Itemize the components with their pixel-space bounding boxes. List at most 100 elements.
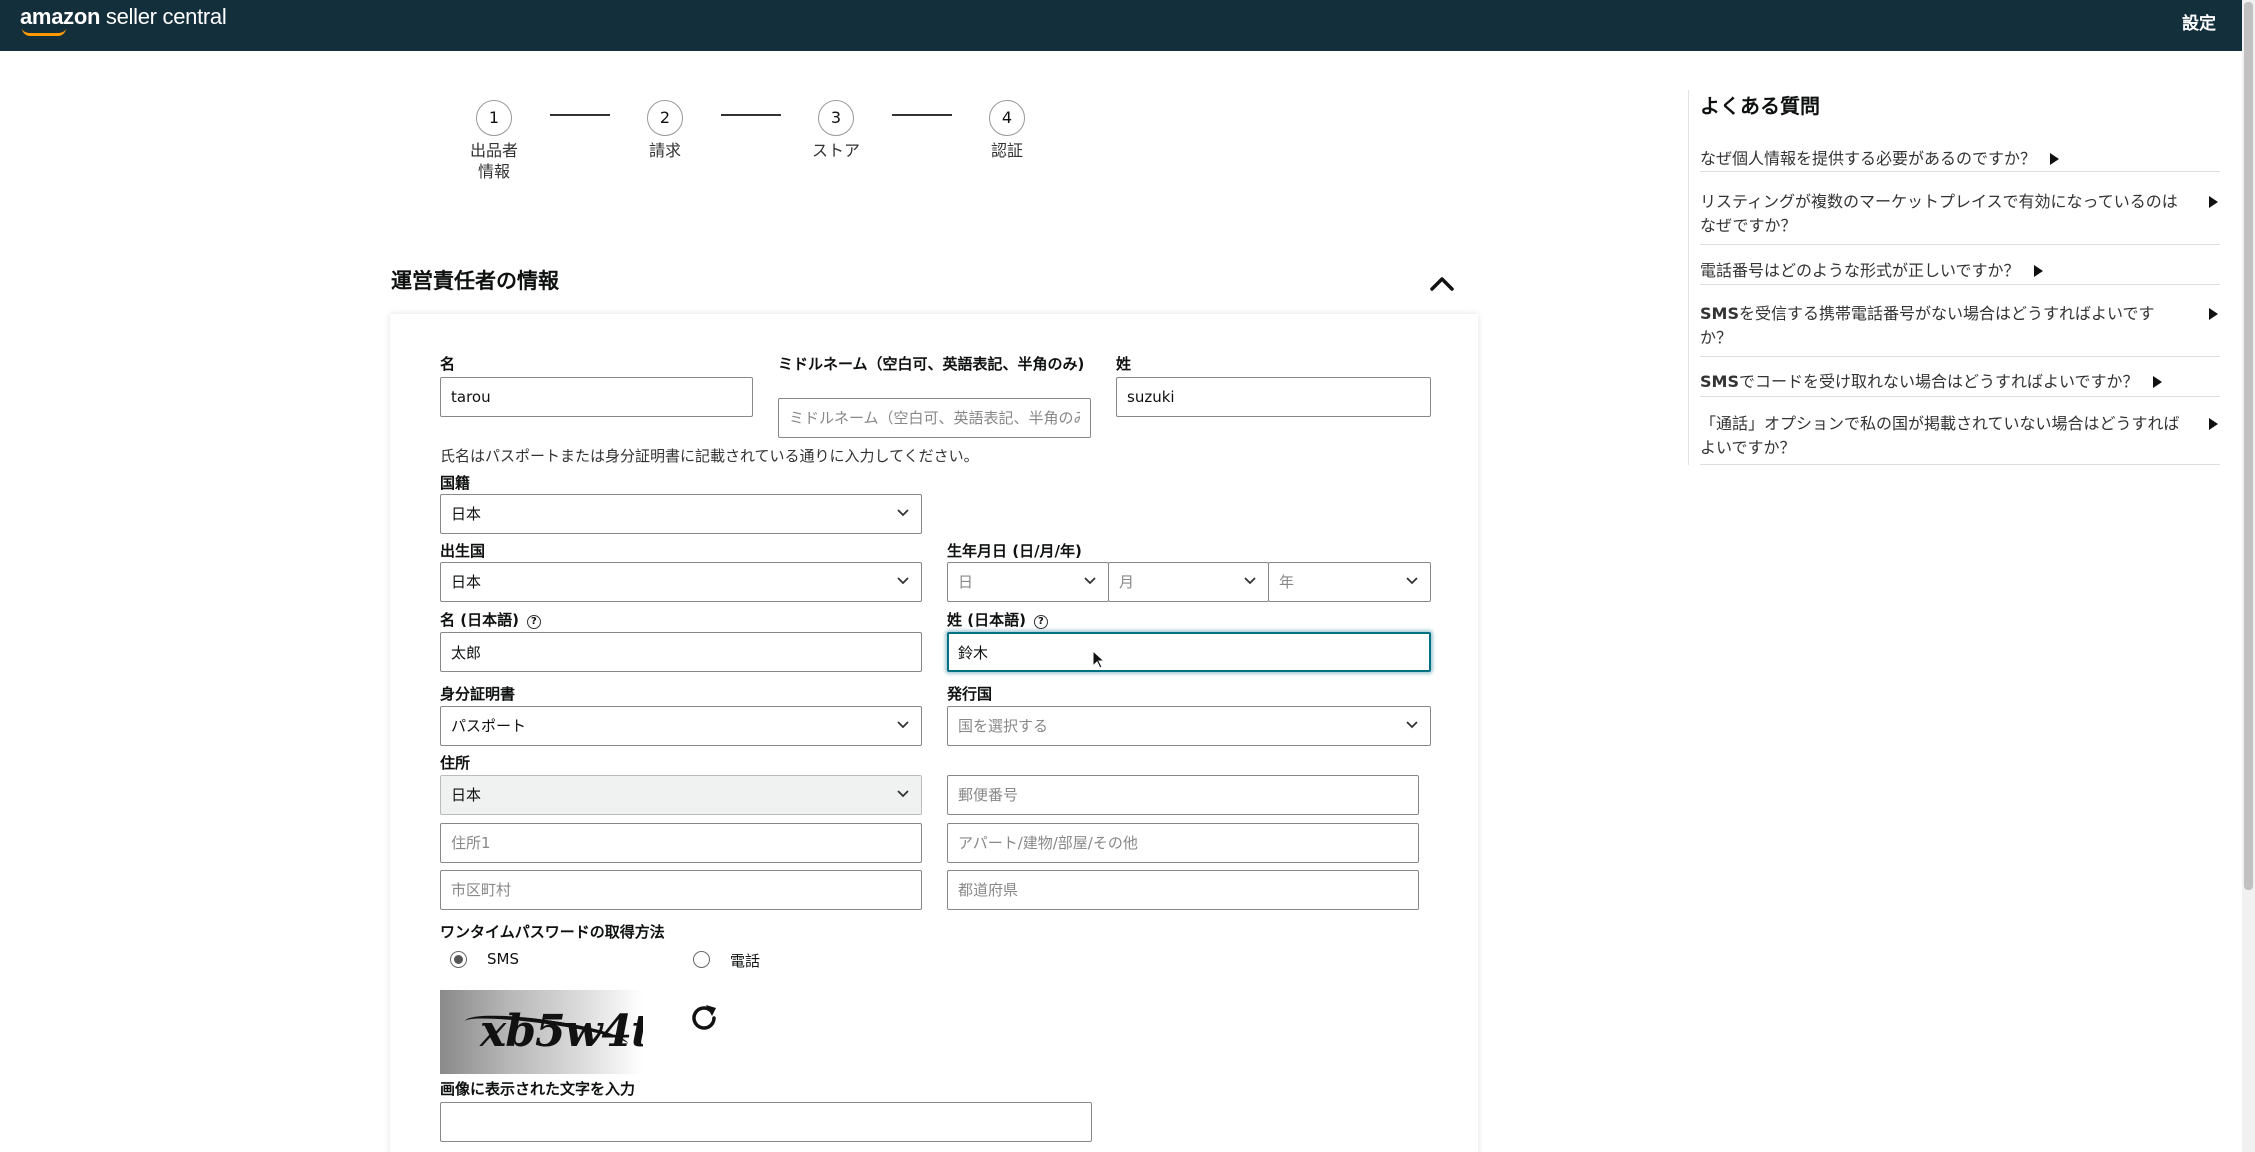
birth-country-value: 日本 bbox=[451, 573, 482, 591]
birth-month-value: 月 bbox=[1119, 573, 1135, 591]
last-name-jp-label-text: 姓 (日本語) bbox=[947, 611, 1026, 629]
step-4-label: 認証 bbox=[990, 141, 1023, 160]
expand-triangle-icon bbox=[2209, 196, 2218, 208]
last-name-label: 姓 bbox=[1116, 355, 1132, 373]
issuing-country-value: 国を選択する bbox=[958, 717, 1049, 735]
mouse-cursor-icon bbox=[1092, 650, 1106, 669]
birth-month-select[interactable]: 月 bbox=[1108, 562, 1269, 602]
otp-call-radio[interactable] bbox=[693, 951, 710, 968]
faq-item-text: 「通話」オプションで私の国が掲載されていない場合はどうすればよいですか？ bbox=[1700, 414, 2180, 457]
settings-link[interactable]: 設定 bbox=[2182, 9, 2216, 34]
nationality-value: 日本 bbox=[451, 505, 482, 523]
faq-item-text: でコードを受け取れない場合はどうすればよいですか？ bbox=[1738, 372, 2139, 391]
expand-triangle-icon bbox=[2050, 153, 2060, 165]
chevron-down-icon bbox=[897, 509, 909, 517]
prefecture-input[interactable] bbox=[947, 870, 1419, 910]
birth-date-label: 生年月日 (日/月/年) bbox=[947, 542, 1082, 560]
birth-country-label: 出生国 bbox=[440, 542, 486, 560]
faq-divider bbox=[1688, 90, 1689, 465]
id-document-select[interactable]: パスポート bbox=[440, 706, 922, 746]
city-input[interactable] bbox=[440, 870, 922, 910]
address-country-select[interactable]: 日本 bbox=[440, 775, 922, 815]
step-2-circle: 2 bbox=[647, 100, 683, 136]
step-1-circle: 1 bbox=[476, 100, 512, 136]
faq-item-why-personal-info[interactable]: なぜ個人情報を提供する必要があるのですか？ bbox=[1700, 147, 2220, 172]
faq-item-text: なぜ個人情報を提供する必要があるのですか？ bbox=[1700, 149, 2037, 168]
top-navigation-bar: amazon seller central 設定 bbox=[0, 0, 2242, 51]
help-icon[interactable]: ? bbox=[526, 615, 541, 629]
faq-item-call-country-missing[interactable]: 「通話」オプションで私の国が掲載されていない場合はどうすればよいですか？ bbox=[1700, 412, 2220, 465]
otp-method-label: ワンタイムパスワードの取得方法 bbox=[440, 923, 665, 941]
chevron-down-icon bbox=[1084, 577, 1096, 585]
step-4-circle: 4 bbox=[989, 100, 1025, 136]
birth-year-value: 年 bbox=[1279, 573, 1295, 591]
step-2-label: 請求 bbox=[648, 141, 681, 160]
otp-call-label[interactable]: 電話 bbox=[730, 950, 760, 971]
issuing-country-select[interactable]: 国を選択する bbox=[947, 706, 1431, 746]
birth-year-select[interactable]: 年 bbox=[1268, 562, 1431, 602]
step-1-label: 出品者 情報 bbox=[469, 141, 518, 181]
first-name-jp-label: 名 (日本語)? bbox=[440, 610, 541, 631]
faq-item-no-sms-phone[interactable]: SMSを受信する携帯電話番号がない場合はどうすればよいですか？ bbox=[1700, 302, 2220, 357]
faq-item-sms-code-not-received[interactable]: SMSでコードを受け取れない場合はどうすればよいですか？ bbox=[1700, 370, 2220, 397]
faq-item-bold: SMS bbox=[1700, 372, 1739, 391]
chevron-down-icon bbox=[1244, 577, 1256, 585]
nationality-label: 国籍 bbox=[440, 474, 471, 492]
chevron-down-icon bbox=[1406, 721, 1418, 729]
expand-triangle-icon bbox=[2209, 308, 2218, 320]
logo-smile-icon bbox=[22, 28, 66, 36]
first-name-label: 名 bbox=[440, 355, 456, 373]
expand-triangle-icon bbox=[2033, 265, 2043, 277]
birth-day-select[interactable]: 日 bbox=[947, 562, 1109, 602]
refresh-captcha-icon[interactable] bbox=[686, 1000, 722, 1036]
faq-item-multiple-marketplaces[interactable]: リスティングが複数のマーケットプレイスで有効になっているのはなぜですか？ bbox=[1700, 190, 2220, 245]
address1-input[interactable] bbox=[440, 823, 922, 863]
chevron-down-icon bbox=[897, 721, 909, 729]
captcha-image: xb5w4t bbox=[440, 990, 643, 1074]
issuing-country-label: 発行国 bbox=[947, 685, 993, 703]
chevron-down-icon bbox=[897, 577, 909, 585]
faq-item-text: を受信する携帯電話番号がない場合はどうすればよいですか？ bbox=[1700, 304, 2155, 347]
faq-title: よくある質問 bbox=[1700, 94, 1820, 118]
step-connector bbox=[721, 114, 781, 116]
otp-sms-label[interactable]: SMS bbox=[487, 950, 519, 968]
chevron-down-icon bbox=[897, 790, 909, 798]
name-note: 氏名はパスポートまたは身分証明書に記載されている通りに入力してください。 bbox=[440, 447, 979, 465]
step-connector bbox=[550, 114, 610, 116]
logo-product: seller central bbox=[100, 4, 227, 29]
middle-name-label: ミドルネーム（空白可、英語表記、半角のみ) bbox=[778, 355, 1085, 373]
postal-code-input[interactable] bbox=[947, 775, 1419, 815]
captcha-input[interactable] bbox=[440, 1102, 1092, 1142]
logo-brand: amazon bbox=[20, 4, 101, 29]
help-icon[interactable]: ? bbox=[1033, 615, 1048, 629]
last-name-jp-input[interactable] bbox=[947, 632, 1431, 672]
expand-triangle-icon bbox=[2152, 376, 2162, 388]
first-name-jp-input[interactable] bbox=[440, 632, 922, 672]
birth-day-value: 日 bbox=[958, 573, 974, 591]
middle-name-input[interactable] bbox=[778, 398, 1091, 438]
faq-item-text: 電話番号はどのような形式が正しいですか？ bbox=[1700, 261, 2020, 280]
expand-triangle-icon bbox=[2209, 418, 2218, 430]
amazon-seller-central-logo[interactable]: amazon seller central bbox=[20, 4, 227, 36]
step-connector bbox=[892, 114, 952, 116]
section-title: 運営責任者の情報 bbox=[391, 269, 559, 293]
last-name-input[interactable] bbox=[1116, 377, 1431, 417]
faq-item-text: リスティングが複数のマーケットプレイスで有効になっているのはなぜですか？ bbox=[1700, 192, 2178, 235]
id-document-value: パスポート bbox=[451, 717, 527, 735]
first-name-input[interactable] bbox=[440, 377, 753, 417]
last-name-jp-label: 姓 (日本語)? bbox=[947, 610, 1048, 631]
address-country-value: 日本 bbox=[451, 786, 482, 804]
collapse-chevron-up-icon[interactable] bbox=[1428, 272, 1456, 294]
faq-item-bold: SMS bbox=[1700, 304, 1739, 323]
chevron-down-icon bbox=[1406, 577, 1418, 585]
scrollbar-thumb[interactable] bbox=[2244, 2, 2253, 890]
page-scrollbar[interactable] bbox=[2242, 0, 2255, 1152]
otp-sms-radio[interactable] bbox=[450, 951, 467, 968]
birth-country-select[interactable]: 日本 bbox=[440, 562, 922, 602]
id-document-label: 身分証明書 bbox=[440, 685, 516, 703]
address2-input[interactable] bbox=[947, 823, 1419, 863]
faq-item-phone-format[interactable]: 電話番号はどのような形式が正しいですか？ bbox=[1700, 259, 2220, 285]
nationality-select[interactable]: 日本 bbox=[440, 494, 922, 534]
step-3-circle: 3 bbox=[818, 100, 854, 136]
address-label: 住所 bbox=[440, 754, 471, 772]
